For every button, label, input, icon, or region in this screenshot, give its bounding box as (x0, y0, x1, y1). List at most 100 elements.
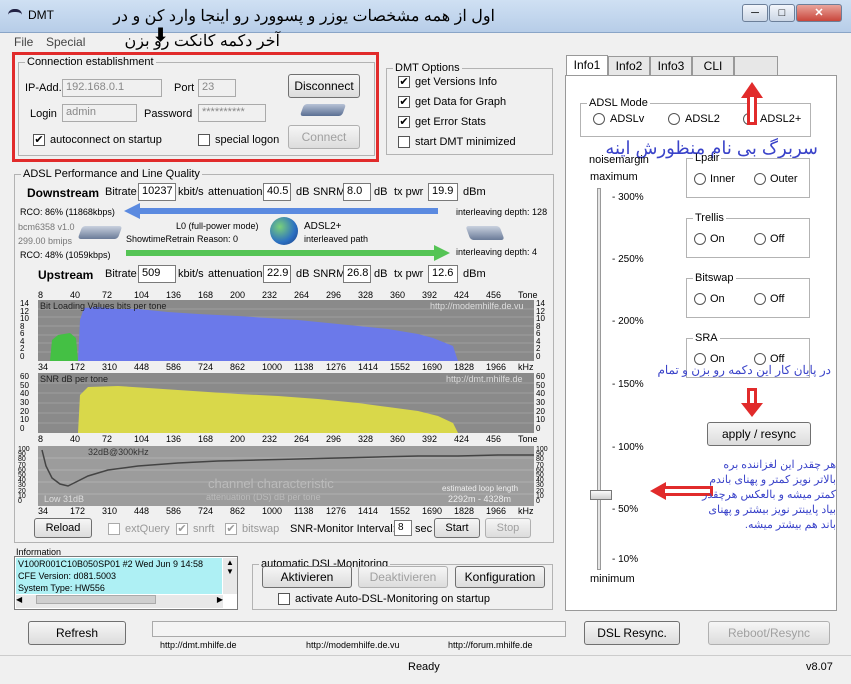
snr-y-axis-right: 60 50 40 30 20 10 0 (536, 373, 552, 433)
menu-file[interactable]: File (14, 35, 33, 49)
bit-title: Bit Loading Values bits per tone (40, 301, 167, 311)
arrow-down-icon: ⬇ (153, 25, 169, 45)
special-logon-checkbox[interactable] (198, 134, 210, 146)
radio-adslv[interactable] (593, 113, 605, 125)
khz-tick: 1414 (358, 362, 379, 372)
channel-y-axis-left: 100 90 80 70 60 50 40 30 20 10 0 (18, 446, 36, 506)
tab-cli[interactable]: CLI (692, 56, 734, 76)
up-snrm-label: SNRM (313, 268, 346, 280)
up-snrm-db: dB (374, 268, 388, 280)
red-arrow-down-icon (741, 403, 763, 417)
modem-icon (299, 104, 347, 116)
up-bitrate-field: 509 (138, 265, 176, 283)
bit-site: http://modemhilfe.de.vu (430, 301, 524, 311)
activate-monitoring-checkbox[interactable] (278, 593, 290, 605)
menu-bar: File Special آخر دکمه کانکت رو بزن ⬇ (0, 25, 851, 51)
noisemargin-min: minimum (590, 573, 635, 585)
port-field[interactable]: 23 (198, 79, 236, 97)
channel-y-tick: 0 (536, 498, 540, 505)
link-dmt[interactable]: http://dmt.mhilfe.de (160, 640, 237, 650)
tab-info3[interactable]: Info3 (650, 56, 692, 76)
ip-field[interactable]: 192.168.0.1 (62, 79, 162, 97)
tone-tick: 200 (230, 290, 246, 300)
info-scroll-vertical[interactable]: ▲ ▼ (223, 558, 237, 594)
tab-unnamed[interactable] (734, 56, 778, 76)
snr-y-tick: 60 (536, 372, 545, 381)
noise-annotation-text: هر چقدر این لغزاننده بره بالاتر نویز کمت… (702, 459, 836, 531)
deaktivieren-button[interactable]: Deaktivieren (358, 566, 448, 588)
opt-versions-checkbox[interactable]: ✔ (398, 76, 410, 88)
opt-minimized-label: start DMT minimized (415, 136, 516, 148)
info-line-2: CFE Version: d081.5003 (18, 571, 117, 581)
minimize-button[interactable]: ─ (742, 4, 768, 22)
interval-sec: sec (415, 523, 433, 535)
reboot-resync-button[interactable]: Reboot/Resync (708, 621, 830, 645)
radio-adsl2[interactable] (668, 113, 680, 125)
opt-minimized-checkbox[interactable] (398, 136, 410, 148)
interval-field[interactable]: 8 (394, 520, 412, 536)
maximize-button[interactable]: □ (769, 4, 795, 22)
tone-tick: 104 (134, 290, 150, 300)
link-forum[interactable]: http://forum.mhilfe.de (448, 640, 533, 650)
start-button[interactable]: Start (434, 518, 480, 538)
snr-y-tick: 0 (536, 424, 541, 433)
red-arrow-down-shaft (747, 388, 757, 404)
apply-resync-button[interactable]: apply / resync (707, 422, 811, 446)
router-icon (77, 226, 123, 239)
stop-button[interactable]: Stop (485, 518, 531, 538)
connect-button[interactable]: Connect (288, 125, 360, 149)
top-annotation-text: اول از همه مشخصات یوزر و پسوورد رو اینجا… (113, 8, 495, 25)
radio-trellis-on[interactable] (694, 233, 706, 245)
radio-trellis-off[interactable] (754, 233, 766, 245)
retrain-text: ShowtimeRetrain Reason: 0 (126, 234, 239, 244)
radio-bitswap-off[interactable] (754, 293, 766, 305)
bitswap-checkbox[interactable]: ✔ (225, 523, 237, 535)
link-modemhilfe[interactable]: http://modemhilfe.de.vu (306, 640, 400, 650)
autoconnect-checkbox[interactable]: ✔ (33, 134, 45, 146)
close-button[interactable]: ✕ (796, 4, 842, 22)
bits-downstream-area (78, 307, 458, 361)
radio-inner[interactable] (694, 173, 706, 185)
password-field[interactable]: ********** (198, 104, 266, 122)
info-scroll-horizontal[interactable]: ◀ ▶ (16, 595, 223, 608)
tone-tick: Tone (518, 290, 538, 300)
refresh-button[interactable]: Refresh (28, 621, 126, 645)
noisemargin-slider-thumb[interactable] (590, 490, 612, 500)
extquery-checkbox[interactable] (108, 523, 120, 535)
upstream-arrow (126, 250, 434, 256)
down-atten-db: dB (296, 186, 310, 198)
reload-button[interactable]: Reload (34, 518, 92, 538)
radio-outer[interactable] (754, 173, 766, 185)
khz-tick: 34 (38, 362, 49, 372)
bitswap-off-label: Off (770, 293, 785, 305)
down-txpwr-field: 19.9 (428, 183, 458, 201)
tab-info1[interactable]: Info1 (566, 55, 608, 76)
snrft-checkbox[interactable]: ✔ (176, 523, 188, 535)
radio-bitswap-on[interactable] (694, 293, 706, 305)
tone-tick: 168 (198, 434, 214, 444)
tab-info2[interactable]: Info2 (608, 56, 650, 76)
tone-tick: 328 (358, 434, 374, 444)
konfiguration-button[interactable]: Konfiguration (455, 566, 545, 588)
opt-errors-checkbox[interactable]: ✔ (398, 116, 410, 128)
disconnect-button[interactable]: Disconnect (288, 74, 360, 98)
tone-tick: 136 (166, 434, 182, 444)
down-atten-field: 40.5 (263, 183, 291, 201)
chan-loop: estimated loop length (442, 484, 519, 493)
chan-label-bottom: Low 31dB (44, 494, 85, 504)
dsl-resync-button[interactable]: DSL Resync. (584, 621, 680, 645)
tone-tick: 200 (230, 434, 246, 444)
adsl2plus-label: ADSL2+ (760, 113, 802, 125)
down-txpwr-dbm: dBm (463, 186, 486, 198)
login-field[interactable]: admin (62, 104, 137, 122)
tone-axis-mid: 8 40 72 104 136 168 200 232 264 296 328 360 392 424 45… (38, 434, 568, 445)
noisemargin-mark: - 150% (612, 379, 644, 390)
top-annotation-text-2: آخر دکمه کانکت رو بزن (124, 33, 281, 50)
khz-tick: 1828 (454, 506, 475, 516)
tone-tick: 424 (454, 290, 470, 300)
chan-title: channel characteristic (208, 476, 334, 491)
opt-graph-checkbox[interactable]: ✔ (398, 96, 410, 108)
aktivieren-button[interactable]: Aktivieren (262, 566, 352, 588)
noisemargin-mark: - 200% (612, 316, 644, 327)
modem-info2: 299.00 bmips (18, 236, 73, 246)
